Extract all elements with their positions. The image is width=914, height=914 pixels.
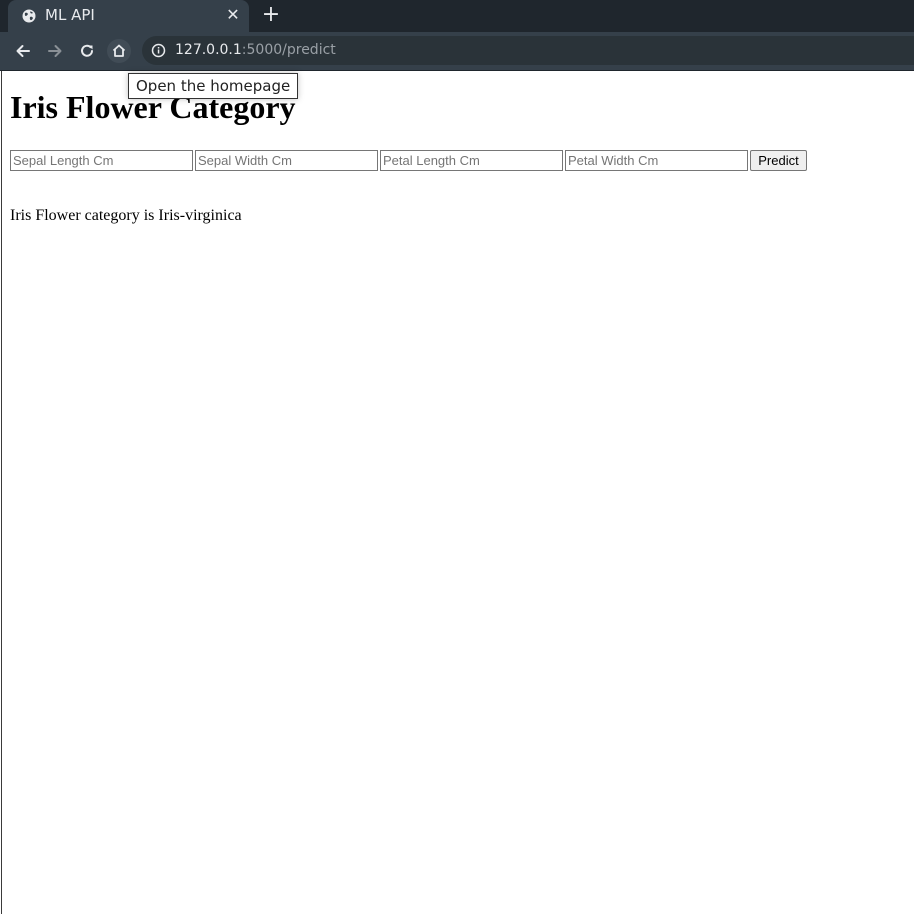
sepal-width-input[interactable] xyxy=(195,150,378,171)
url-host: 127.0.0.1 xyxy=(175,42,242,58)
info-icon[interactable] xyxy=(151,43,166,58)
prediction-result: Iris Flower category is Iris-virginica xyxy=(10,207,242,224)
back-arrow-icon[interactable] xyxy=(10,38,36,64)
tab-title: ML API xyxy=(45,6,95,24)
home-icon[interactable] xyxy=(106,38,132,64)
toolbar: 127.0.0.1:5000/predict xyxy=(0,32,914,71)
reload-icon[interactable] xyxy=(74,38,100,64)
tab-ml-api[interactable]: ML API ✕ xyxy=(8,0,249,32)
petal-length-input[interactable] xyxy=(380,150,563,171)
tab-close-icon[interactable]: ✕ xyxy=(224,5,242,25)
globe-icon xyxy=(22,8,36,23)
address-bar[interactable]: 127.0.0.1:5000/predict xyxy=(142,36,914,65)
sepal-length-input[interactable] xyxy=(10,150,193,171)
url-text: 127.0.0.1:5000/predict xyxy=(175,42,336,58)
browser-window: ML API ✕ + 127.0.0.1:5000/predict Open t… xyxy=(0,0,914,914)
tab-strip: ML API ✕ + xyxy=(0,0,914,32)
page-content: Iris Flower Category Predict Iris Flower… xyxy=(1,71,914,914)
new-tab-icon[interactable]: + xyxy=(259,3,283,27)
petal-width-input[interactable] xyxy=(565,150,748,171)
forward-arrow-icon[interactable] xyxy=(42,38,68,64)
url-path: :5000/predict xyxy=(241,42,336,58)
predict-button[interactable]: Predict xyxy=(750,150,807,171)
home-tooltip: Open the homepage xyxy=(128,73,299,99)
